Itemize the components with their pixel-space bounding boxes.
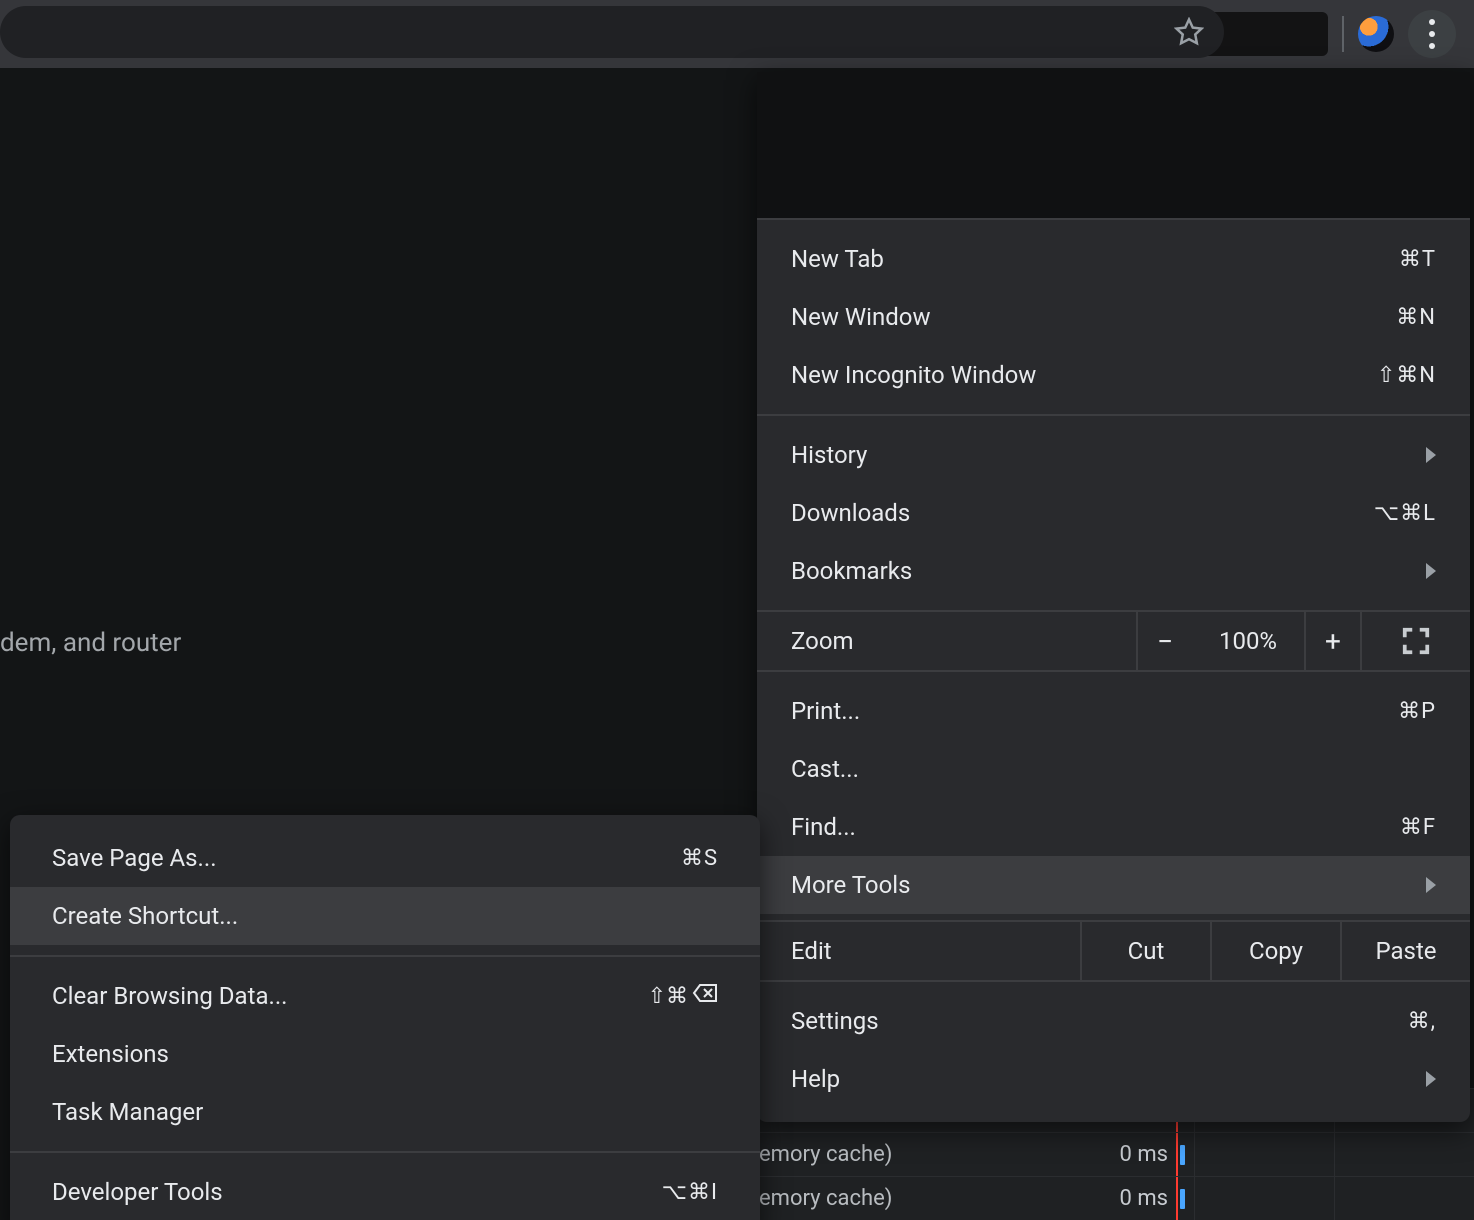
menu-label: Find...: [791, 813, 856, 841]
chrome-main-menu: New Tab ⌘T New Window ⌘N New Incognito W…: [757, 72, 1470, 1122]
menu-shortcut: ⌘F: [1400, 815, 1436, 840]
chevron-right-icon: [1426, 877, 1436, 893]
edit-copy-button[interactable]: Copy: [1210, 922, 1340, 980]
network-row[interactable]: emory cache) 0 ms: [755, 1132, 1474, 1176]
network-source: emory cache): [755, 1142, 1032, 1167]
zoom-value: 100%: [1192, 612, 1304, 670]
menu-item-print[interactable]: Print... ⌘P: [757, 682, 1470, 740]
zoom-in-button[interactable]: +: [1304, 612, 1360, 670]
network-waterfall-cell: [1176, 1177, 1194, 1220]
menu-label: Help: [791, 1065, 840, 1093]
menu-label: New Window: [791, 303, 930, 331]
submenu-item-extensions[interactable]: Extensions: [10, 1025, 760, 1083]
zoom-label: Zoom: [757, 627, 1136, 655]
menu-shortcut: ⌥⌘I: [662, 1180, 718, 1205]
menu-item-new-window[interactable]: New Window ⌘N: [757, 288, 1470, 346]
fullscreen-button[interactable]: [1360, 612, 1470, 670]
network-source: emory cache): [755, 1186, 1032, 1211]
menu-label: History: [791, 441, 867, 469]
menu-shortcut: ⌘S: [681, 846, 718, 871]
browser-toolbar: [0, 0, 1474, 68]
network-time: 0 ms: [1032, 1186, 1176, 1211]
chevron-right-icon: [1426, 1071, 1436, 1087]
network-time: 0 ms: [1032, 1142, 1176, 1167]
submenu-item-clear-browsing-data[interactable]: Clear Browsing Data... ⇧⌘: [10, 967, 760, 1025]
menu-label: New Incognito Window: [791, 361, 1036, 389]
menu-item-help[interactable]: Help: [757, 1050, 1470, 1108]
menu-item-bookmarks[interactable]: Bookmarks: [757, 542, 1470, 600]
submenu-item-create-shortcut[interactable]: Create Shortcut...: [10, 887, 760, 945]
submenu-item-developer-tools[interactable]: Developer Tools ⌥⌘I: [10, 1163, 760, 1220]
chevron-right-icon: [1426, 447, 1436, 463]
page-text-fragment: dem, and router: [0, 628, 181, 658]
edit-label: Edit: [757, 937, 1080, 965]
menu-shortcut: ⌘T: [1399, 247, 1436, 272]
menu-item-more-tools[interactable]: More Tools: [757, 856, 1470, 914]
zoom-out-button[interactable]: −: [1136, 612, 1192, 670]
backspace-icon: [692, 983, 718, 1009]
kebab-icon: [1429, 19, 1435, 49]
omnibox[interactable]: [0, 6, 1224, 58]
menu-label: Save Page As...: [52, 844, 217, 872]
avatar[interactable]: [1358, 16, 1394, 52]
edit-paste-button[interactable]: Paste: [1340, 922, 1470, 980]
menu-edit-row: Edit Cut Copy Paste: [757, 920, 1470, 982]
menu-shortcut: ⌘,: [1408, 1009, 1436, 1034]
network-waterfall-cell: [1176, 1133, 1194, 1176]
toolbar-divider: [1342, 16, 1344, 52]
menu-label: Extensions: [52, 1040, 169, 1068]
edit-cut-button[interactable]: Cut: [1080, 922, 1210, 980]
menu-item-new-tab[interactable]: New Tab ⌘T: [757, 230, 1470, 288]
menu-item-new-incognito-window[interactable]: New Incognito Window ⇧⌘N: [757, 346, 1470, 404]
menu-item-find[interactable]: Find... ⌘F: [757, 798, 1470, 856]
chevron-right-icon: [1426, 563, 1436, 579]
menu-shortcut: ⌥⌘L: [1374, 501, 1436, 526]
chrome-menu-button[interactable]: [1408, 10, 1456, 58]
menu-item-settings[interactable]: Settings ⌘,: [757, 992, 1470, 1050]
more-tools-submenu: Save Page As... ⌘S Create Shortcut... Cl…: [10, 815, 760, 1220]
menu-label: Developer Tools: [52, 1178, 223, 1206]
fullscreen-icon: [1401, 626, 1431, 656]
menu-item-cast[interactable]: Cast...: [757, 740, 1470, 798]
menu-zoom-row: Zoom − 100% +: [757, 610, 1470, 672]
menu-shortcut: ⇧⌘N: [1377, 363, 1436, 388]
submenu-item-save-page-as[interactable]: Save Page As... ⌘S: [10, 829, 760, 887]
menu-label: Create Shortcut...: [52, 902, 238, 930]
menu-shortcut: ⇧⌘: [648, 983, 718, 1009]
menu-item-history[interactable]: History: [757, 426, 1470, 484]
menu-shortcut: ⌘N: [1396, 305, 1436, 330]
menu-account-header[interactable]: [757, 72, 1470, 220]
menu-label: Print...: [791, 697, 860, 725]
menu-label: Clear Browsing Data...: [52, 982, 288, 1010]
menu-label: New Tab: [791, 245, 884, 273]
menu-label: Task Manager: [52, 1098, 203, 1126]
network-row[interactable]: emory cache) 0 ms: [755, 1176, 1474, 1220]
menu-label: Settings: [791, 1007, 879, 1035]
menu-shortcut: ⌘P: [1398, 699, 1436, 724]
menu-label: More Tools: [791, 871, 911, 899]
menu-label: Downloads: [791, 499, 910, 527]
star-icon[interactable]: [1174, 17, 1204, 47]
menu-item-downloads[interactable]: Downloads ⌥⌘L: [757, 484, 1470, 542]
menu-label: Cast...: [791, 755, 859, 783]
menu-label: Bookmarks: [791, 557, 912, 585]
submenu-item-task-manager[interactable]: Task Manager: [10, 1083, 760, 1141]
